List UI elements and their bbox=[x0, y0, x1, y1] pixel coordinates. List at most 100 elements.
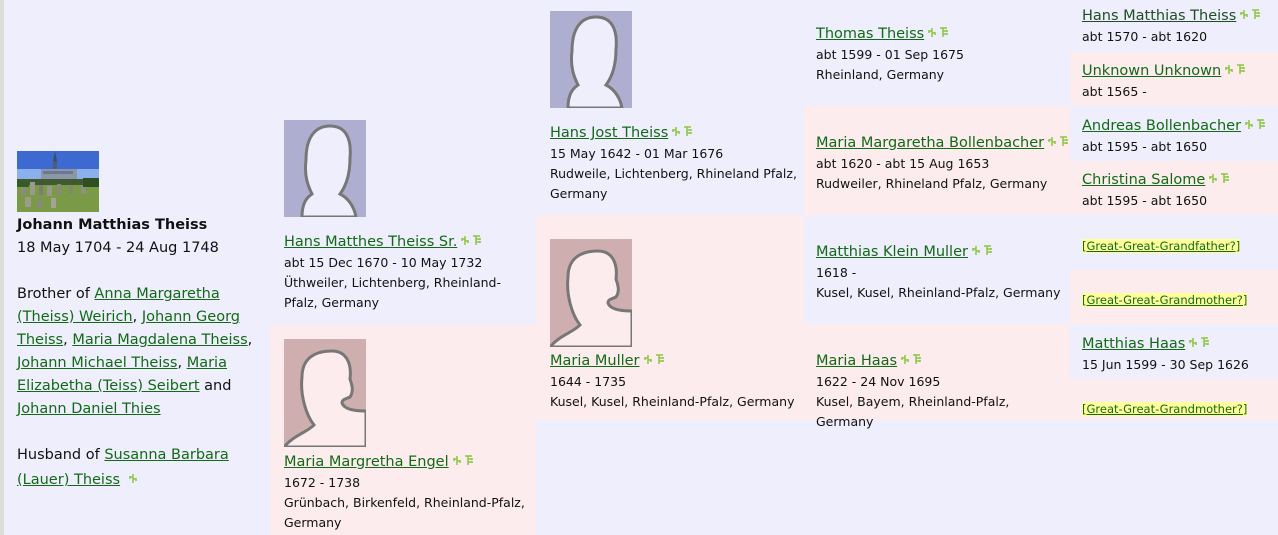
gg-card-missing: [Great-Great-Grandmother?] bbox=[1070, 379, 1278, 420]
female-silhouette[interactable] bbox=[284, 339, 366, 447]
mother-dates: 1672 - 1738 bbox=[284, 475, 361, 490]
separator: , bbox=[247, 332, 253, 348]
gg-link[interactable]: Andreas Bollenbacher bbox=[1082, 118, 1241, 134]
place: Kusel, Bayem, Rheinland-Pfalz, Germany bbox=[816, 394, 1010, 429]
family-tree-icon[interactable] bbox=[1059, 135, 1068, 147]
family-group-icon[interactable] bbox=[461, 235, 470, 246]
gg-card-missing: [Great-Great-Grandfather?] bbox=[1070, 215, 1278, 270]
family-tree-icon[interactable] bbox=[1251, 8, 1261, 20]
place: Kusel, Kusel, Rheinland-Pfalz, Germany bbox=[816, 285, 1061, 300]
dates: 1618 - bbox=[816, 265, 857, 280]
father-name-row: Hans Matthes Theiss Sr. bbox=[284, 230, 534, 253]
paternal-grandmother-link[interactable]: Maria Muller bbox=[550, 353, 640, 369]
sibling-link[interactable]: Johann Michael Theiss bbox=[17, 355, 177, 371]
family-group-icon[interactable] bbox=[1240, 9, 1249, 20]
female-silhouette[interactable] bbox=[550, 239, 632, 347]
great-grandparent-card: Thomas Theiss abt 1599 - 01 Sep 1675 Rhe… bbox=[804, 0, 1070, 106]
mother-card: Maria Margretha Engel 1672 - 1738 Grünba… bbox=[270, 325, 536, 535]
grandmother-place: Kusel, Kusel, Rheinland-Pfalz, Germany bbox=[550, 394, 795, 409]
name-row: Matthias Haas bbox=[1082, 332, 1249, 354]
family-group-icon[interactable] bbox=[1048, 136, 1057, 147]
name-row: Christina Salome bbox=[1082, 168, 1231, 190]
family-group-icon[interactable] bbox=[672, 126, 681, 137]
family-tree-icon[interactable] bbox=[983, 244, 992, 256]
gg-link[interactable]: Christina Salome bbox=[1082, 172, 1205, 188]
family-group-icon[interactable] bbox=[452, 455, 462, 466]
father-place: Üthweiler, Lichtenberg, Rheinland-Pfalz,… bbox=[284, 275, 501, 310]
family-tree-icon[interactable] bbox=[655, 353, 664, 365]
great-grandparent-card: Maria Haas 1622 - 24 Nov 1695 Kusel, Bay… bbox=[804, 324, 1070, 429]
male-silhouette[interactable] bbox=[550, 11, 632, 108]
father-card: Hans Matthes Theiss Sr. abt 15 Dec 1670 … bbox=[270, 110, 536, 325]
male-silhouette[interactable] bbox=[284, 120, 366, 217]
paternal-grandfather-link[interactable]: Hans Jost Theiss bbox=[550, 125, 668, 141]
great-grandparent-link[interactable]: Thomas Theiss bbox=[816, 26, 924, 42]
name-row: Matthias Klein Muller bbox=[816, 240, 1060, 263]
dates: abt 1570 - abt 1620 bbox=[1082, 29, 1208, 44]
great-grandparent-link[interactable]: Maria Margaretha Bollenbacher bbox=[816, 135, 1044, 151]
family-tree-icon[interactable] bbox=[472, 234, 482, 246]
left-scroll-edge bbox=[0, 0, 4, 535]
family-tree-icon[interactable] bbox=[939, 26, 948, 38]
family-group-icon[interactable] bbox=[1225, 64, 1234, 75]
place: Rudweiler, Rhineland Pfalz, Germany bbox=[816, 176, 1048, 191]
sibling-link[interactable]: Johann Daniel Thies bbox=[17, 401, 161, 417]
family-group-icon[interactable] bbox=[1209, 173, 1218, 184]
husband-of-label: Husband of bbox=[17, 447, 105, 463]
dates: abt 1620 - abt 15 Aug 1653 bbox=[816, 156, 990, 171]
subject-photo[interactable] bbox=[17, 151, 99, 212]
dates: 1622 - 24 Nov 1695 bbox=[816, 374, 941, 389]
father-link[interactable]: Hans Matthes Theiss Sr. bbox=[284, 234, 457, 250]
family-group-icon[interactable] bbox=[643, 354, 653, 365]
add-great-great-grandmother-link[interactable]: [Great-Great-Grandmother?] bbox=[1082, 293, 1248, 307]
grandmother-name-row: Maria Muller bbox=[550, 349, 802, 372]
great-grandparent-link[interactable]: Maria Haas bbox=[816, 353, 897, 369]
name-row: Hans Matthias Theiss bbox=[1082, 4, 1262, 26]
family-tree-icon[interactable] bbox=[1256, 118, 1265, 130]
family-group-icon[interactable] bbox=[128, 467, 140, 490]
gg-link[interactable]: Matthias Haas bbox=[1082, 336, 1185, 352]
mother-link[interactable]: Maria Margretha Engel bbox=[284, 454, 449, 470]
family-group-icon[interactable] bbox=[972, 245, 981, 256]
great-grandparent-link[interactable]: Matthias Klein Muller bbox=[816, 244, 968, 260]
sibling-link[interactable]: Maria Magdalena Theiss bbox=[72, 332, 247, 348]
dates: abt 1595 - abt 1650 bbox=[1082, 193, 1208, 208]
family-group-icon[interactable] bbox=[1189, 337, 1198, 348]
family-group-icon[interactable] bbox=[901, 354, 910, 365]
separator: , bbox=[63, 332, 73, 348]
name-row: Thomas Theiss bbox=[816, 22, 964, 45]
brother-of-label: Brother of bbox=[17, 286, 95, 302]
gg-link[interactable]: Hans Matthias Theiss bbox=[1082, 8, 1236, 24]
name-row: Maria Margaretha Bollenbacher bbox=[816, 131, 1070, 154]
dates: abt 1565 - bbox=[1082, 84, 1147, 99]
separator: , bbox=[132, 309, 142, 325]
gg-card: Unknown Unknown abt 1565 - bbox=[1070, 52, 1278, 106]
gg-card: Christina Salome abt 1595 - abt 1650 bbox=[1070, 161, 1278, 215]
family-tree-icon[interactable] bbox=[464, 454, 473, 466]
gg-card: Hans Matthias Theiss abt 1570 - abt 1620 bbox=[1070, 0, 1278, 52]
grandfather-dates: 15 May 1642 - 01 Mar 1676 bbox=[550, 146, 724, 161]
gg-link[interactable]: Unknown Unknown bbox=[1082, 63, 1221, 79]
gg-card: Matthias Haas 15 Jun 1599 - 30 Sep 1626 bbox=[1070, 324, 1278, 379]
family-group-icon[interactable] bbox=[1245, 119, 1254, 130]
dates: 15 Jun 1599 - 30 Sep 1626 bbox=[1082, 357, 1249, 372]
subject-panel: Johann Matthias Theiss 18 May 1704 - 24 … bbox=[17, 151, 262, 492]
family-tree-icon[interactable] bbox=[1220, 172, 1230, 184]
grandfather-name-row: Hans Jost Theiss bbox=[550, 121, 802, 144]
add-great-great-grandmother-link[interactable]: [Great-Great-Grandmother?] bbox=[1082, 402, 1248, 416]
siblings-paragraph: Brother of Anna Margaretha (Theiss) Weir… bbox=[17, 283, 262, 421]
add-great-great-grandfather-link[interactable]: [Great-Great-Grandfather?] bbox=[1082, 239, 1241, 253]
family-tree-icon[interactable] bbox=[1200, 336, 1210, 348]
grandmother-dates: 1644 - 1735 bbox=[550, 374, 627, 389]
subject-name: Johann Matthias Theiss bbox=[17, 217, 208, 233]
place: Rheinland, Germany bbox=[816, 67, 945, 82]
family-tree-icon[interactable] bbox=[683, 125, 692, 137]
paternal-grandfather-card: Hans Jost Theiss 15 May 1642 - 01 Mar 16… bbox=[536, 0, 804, 215]
great-grandparent-card: Matthias Klein Muller 1618 - Kusel, Kuse… bbox=[804, 215, 1070, 324]
mother-name-row: Maria Margretha Engel bbox=[284, 450, 534, 473]
family-group-icon[interactable] bbox=[928, 27, 937, 38]
family-tree-icon[interactable] bbox=[1236, 63, 1245, 75]
church-cemetery-image bbox=[17, 151, 99, 212]
family-tree-icon[interactable] bbox=[912, 353, 921, 365]
grandfather-place: Rudweile, Lichtenberg, Rhineland Pfalz, … bbox=[550, 166, 797, 201]
